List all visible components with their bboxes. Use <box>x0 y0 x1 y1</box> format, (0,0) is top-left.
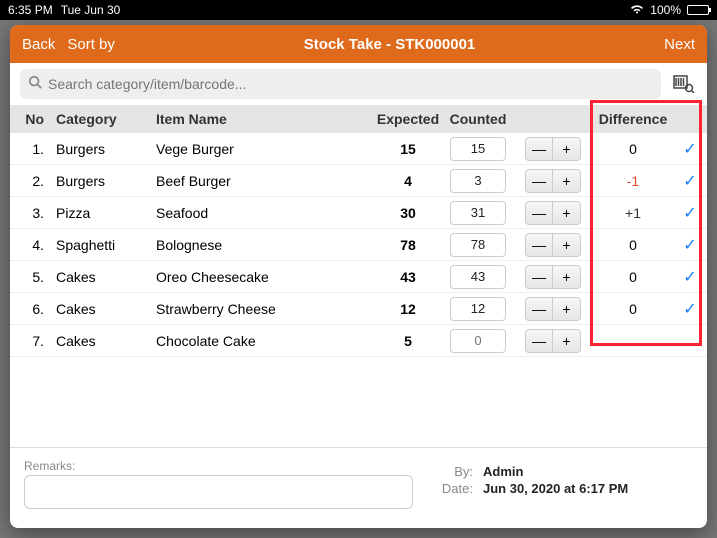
table-row: 4.SpaghettiBolognese78 —+0 ✓ <box>10 229 707 261</box>
cell-category: Spaghetti <box>50 237 150 253</box>
back-button[interactable]: Back <box>22 36 55 53</box>
cell-item-name: Strawberry Cheese <box>150 301 373 317</box>
table-row: 6.CakesStrawberry Cheese12 —+0 ✓ <box>10 293 707 325</box>
search-icon <box>28 75 48 94</box>
cell-no: 4. <box>10 237 50 253</box>
increment-button[interactable]: + <box>553 169 581 193</box>
decrement-button[interactable]: — <box>525 329 553 353</box>
search-box[interactable] <box>20 69 661 99</box>
check-icon: ✓ <box>683 173 696 190</box>
check-icon: ✓ <box>683 141 696 158</box>
wifi-icon <box>630 3 644 17</box>
decrement-button[interactable]: — <box>525 137 553 161</box>
cell-expected: 78 <box>373 237 443 253</box>
counted-input[interactable] <box>450 169 506 193</box>
cell-category: Cakes <box>50 301 150 317</box>
nav-bar: Back Sort by Stock Take - STK000001 Next <box>10 25 707 63</box>
search-input[interactable] <box>48 76 653 92</box>
by-label: By: <box>433 464 473 479</box>
sort-by-button[interactable]: Sort by <box>67 36 115 53</box>
cell-no: 5. <box>10 269 50 285</box>
decrement-button[interactable]: — <box>525 169 553 193</box>
cell-no: 1. <box>10 141 50 157</box>
cell-category: Burgers <box>50 173 150 189</box>
cell-category: Pizza <box>50 205 150 221</box>
increment-button[interactable]: + <box>553 265 581 289</box>
page-title: Stock Take - STK000001 <box>304 36 475 53</box>
col-difference: Difference <box>593 111 673 127</box>
counted-input[interactable] <box>450 233 506 257</box>
cell-difference: 0 <box>629 237 637 253</box>
cell-difference: -1 <box>627 173 639 189</box>
col-expected: Expected <box>373 111 443 127</box>
footer: Remarks: By: Admin Date: Jun 30, 2020 at 6… <box>10 447 707 528</box>
decrement-button[interactable]: — <box>525 201 553 225</box>
decrement-button[interactable]: — <box>525 297 553 321</box>
remarks-label: Remarks: <box>24 459 75 473</box>
cell-expected: 43 <box>373 269 443 285</box>
col-counted: Counted <box>443 111 513 127</box>
counted-input[interactable] <box>450 137 506 161</box>
cell-no: 6. <box>10 301 50 317</box>
table-header: No Category Item Name Expected Counted D… <box>10 105 707 133</box>
counted-input[interactable] <box>450 297 506 321</box>
cell-difference: 0 <box>629 301 637 317</box>
cell-category: Burgers <box>50 141 150 157</box>
cell-expected: 30 <box>373 205 443 221</box>
cell-category: Cakes <box>50 269 150 285</box>
barcode-scan-icon[interactable] <box>671 71 697 97</box>
cell-no: 3. <box>10 205 50 221</box>
decrement-button[interactable]: — <box>525 265 553 289</box>
check-icon: ✓ <box>683 301 696 318</box>
table-row: 2.BurgersBeef Burger4 —+ -1 ✓ <box>10 165 707 197</box>
cell-difference: 0 <box>629 141 637 157</box>
counted-input[interactable] <box>450 201 506 225</box>
check-icon: ✓ <box>683 205 696 222</box>
date-label: Date: <box>433 481 473 496</box>
status-date: Tue Jun 30 <box>61 3 121 17</box>
increment-button[interactable]: + <box>553 329 581 353</box>
cell-difference: 0 <box>629 269 637 285</box>
table-row: 5.CakesOreo Cheesecake43 —+0 ✓ <box>10 261 707 293</box>
cell-category: Cakes <box>50 333 150 349</box>
cell-item-name: Beef Burger <box>150 173 373 189</box>
check-icon: ✓ <box>683 237 696 254</box>
by-value: Admin <box>483 464 523 479</box>
date-value: Jun 30, 2020 at 6:17 PM <box>483 481 628 496</box>
status-time: 6:35 PM <box>8 3 53 17</box>
ipad-status-bar: 6:35 PM Tue Jun 30 100% <box>0 0 717 20</box>
cell-expected: 4 <box>373 173 443 189</box>
stock-take-modal: Back Sort by Stock Take - STK000001 Next… <box>10 25 707 528</box>
increment-button[interactable]: + <box>553 233 581 257</box>
decrement-button[interactable]: — <box>525 233 553 257</box>
table-row: 7.CakesChocolate Cake5 —+ <box>10 325 707 357</box>
battery-icon <box>687 5 709 15</box>
col-no: No <box>10 111 50 127</box>
cell-item-name: Bolognese <box>150 237 373 253</box>
cell-item-name: Chocolate Cake <box>150 333 373 349</box>
increment-button[interactable]: + <box>553 297 581 321</box>
cell-item-name: Vege Burger <box>150 141 373 157</box>
check-icon: ✓ <box>683 269 696 286</box>
counted-input[interactable] <box>450 265 506 289</box>
counted-input[interactable] <box>450 329 506 353</box>
table-row: 3.PizzaSeafood30 —+ +1 ✓ <box>10 197 707 229</box>
next-button[interactable]: Next <box>664 36 695 53</box>
cell-item-name: Oreo Cheesecake <box>150 269 373 285</box>
status-battery-pct: 100% <box>650 3 681 17</box>
cell-expected: 15 <box>373 141 443 157</box>
col-item-name: Item Name <box>150 111 373 127</box>
cell-no: 2. <box>10 173 50 189</box>
cell-expected: 5 <box>373 333 443 349</box>
increment-button[interactable]: + <box>553 137 581 161</box>
remarks-input[interactable] <box>24 475 413 509</box>
cell-no: 7. <box>10 333 50 349</box>
increment-button[interactable]: + <box>553 201 581 225</box>
cell-difference: +1 <box>625 205 641 221</box>
col-category: Category <box>50 111 150 127</box>
table-row: 1.BurgersVege Burger15 —+0 ✓ <box>10 133 707 165</box>
stock-table: No Category Item Name Expected Counted D… <box>10 105 707 447</box>
cell-item-name: Seafood <box>150 205 373 221</box>
cell-expected: 12 <box>373 301 443 317</box>
